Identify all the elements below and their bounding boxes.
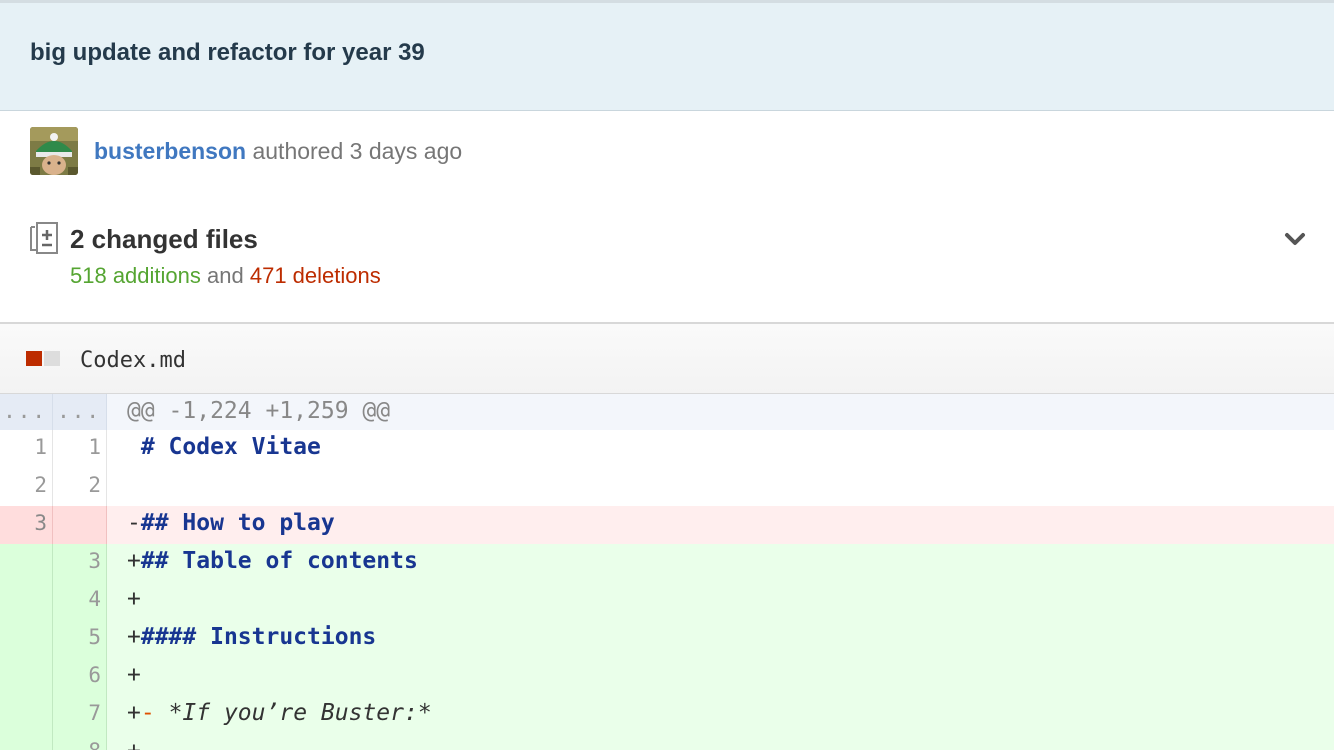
diff-sign <box>127 434 141 460</box>
new-line-number[interactable] <box>53 506 107 544</box>
diff-line-deleted: 3 -## How to play <box>0 506 1334 544</box>
hunk-header-row[interactable]: ... ... @@ -1,224 +1,259 @@ <box>0 394 1334 430</box>
diff-sign: - <box>127 510 141 536</box>
new-line-number[interactable]: ... <box>53 394 107 430</box>
hunk-header: @@ -1,224 +1,259 @@ <box>107 394 1334 430</box>
diff-sign: + <box>127 738 141 750</box>
diff-code: # Codex Vitae <box>107 430 1334 468</box>
new-line-number[interactable]: 6 <box>53 658 107 696</box>
author-link[interactable]: busterbenson <box>94 138 246 164</box>
new-line-number[interactable]: 4 <box>53 582 107 620</box>
diff-code: + <box>107 658 1334 696</box>
diff-code: + <box>107 734 1334 750</box>
diff-line-added: 8 + <box>0 734 1334 750</box>
chevron-down-icon[interactable] <box>1284 228 1306 250</box>
commit-meta-text: busterbenson authored 3 days ago <box>94 138 462 165</box>
old-line-number[interactable] <box>0 544 53 582</box>
old-line-number[interactable] <box>0 696 53 734</box>
diff-line: 1 1 # Codex Vitae <box>0 430 1334 468</box>
diff-line-added: 3 +## Table of contents <box>0 544 1334 582</box>
diff-text: ## How to play <box>140 510 335 536</box>
list-bullet: - <box>140 700 155 726</box>
diff-code: + <box>107 582 1334 620</box>
new-line-number[interactable]: 3 <box>53 544 107 582</box>
commit-title-bar: big update and refactor for year 39 <box>0 0 1334 111</box>
file-name[interactable]: Codex.md <box>80 348 186 373</box>
additions-count: 518 additions <box>70 263 201 288</box>
diffstat-neutral-block <box>44 351 60 366</box>
diff-code: +## Table of contents <box>107 544 1334 582</box>
avatar[interactable] <box>30 127 78 175</box>
old-line-number[interactable]: 1 <box>0 430 53 468</box>
commit-title: big update and refactor for year 39 <box>30 39 425 66</box>
file-header[interactable]: Codex.md <box>0 322 1334 394</box>
diff-sign: + <box>127 624 141 650</box>
files-summary: 2 changed files 518 additions and 471 de… <box>30 222 1310 292</box>
new-line-number[interactable]: 5 <box>53 620 107 658</box>
old-line-number[interactable]: 2 <box>0 468 53 506</box>
diff-sign: + <box>127 700 141 726</box>
diff-sign <box>127 472 141 498</box>
deletions-count: 471 deletions <box>249 263 381 288</box>
diff-code <box>107 468 1334 506</box>
new-line-number[interactable]: 2 <box>53 468 107 506</box>
old-line-number[interactable] <box>0 582 53 620</box>
new-line-number[interactable]: 7 <box>53 696 107 734</box>
diff-code: +#### Instructions <box>107 620 1334 658</box>
diff-text: # Codex Vitae <box>140 434 321 460</box>
diff-line-added: 6 + <box>0 658 1334 696</box>
new-line-number[interactable]: 1 <box>53 430 107 468</box>
diff-line: 2 2 <box>0 468 1334 506</box>
diff-code: +- *If you’re Buster:* <box>107 696 1334 734</box>
old-line-number[interactable]: 3 <box>0 506 53 544</box>
diff-table: ... ... @@ -1,224 +1,259 @@ 1 1 # Codex … <box>0 394 1334 750</box>
diff-sign: + <box>127 586 141 612</box>
diff-line-added: 5 +#### Instructions <box>0 620 1334 658</box>
diff-stats: 518 additions and 471 deletions <box>70 263 381 289</box>
old-line-number[interactable] <box>0 734 53 750</box>
commit-meta: busterbenson authored 3 days ago <box>30 127 462 175</box>
diffstat-deletion-block <box>26 351 42 366</box>
new-line-number[interactable]: 8 <box>53 734 107 750</box>
stats-conjunction: and <box>207 263 244 288</box>
changed-files-title: 2 changed files <box>70 224 258 254</box>
diff-sign: + <box>127 662 141 688</box>
diff-text: *If you’re Buster:* <box>154 700 432 726</box>
diff-text: ## Table of contents <box>140 548 418 574</box>
file-diff-icon <box>30 222 58 254</box>
diff-line-added: 7 +- *If you’re Buster:* <box>0 696 1334 734</box>
file-diffstat <box>26 351 60 366</box>
diff-sign: + <box>127 548 141 574</box>
diff-text: #### Instructions <box>140 624 377 650</box>
diff-code: -## How to play <box>107 506 1334 544</box>
diff-line-added: 4 + <box>0 582 1334 620</box>
authored-time: authored 3 days ago <box>252 137 463 164</box>
old-line-number[interactable]: ... <box>0 394 53 430</box>
old-line-number[interactable] <box>0 658 53 696</box>
old-line-number[interactable] <box>0 620 53 658</box>
